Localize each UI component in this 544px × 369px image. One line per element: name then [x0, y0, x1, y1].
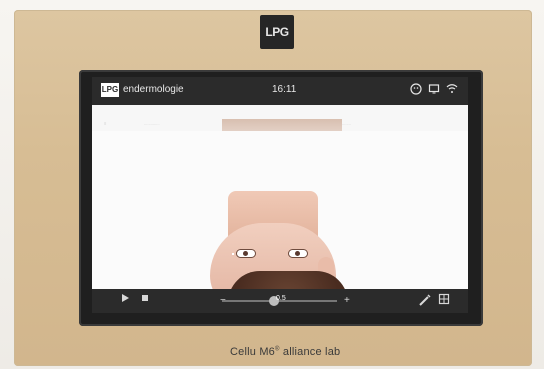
speed-readout: 0.5: [276, 295, 286, 302]
eye-left: [236, 249, 256, 258]
menu-icon[interactable]: ≡: [104, 121, 106, 126]
eye-right: [288, 249, 308, 258]
device-model-label: Cellu M6® alliance lab: [230, 346, 340, 358]
screen-icon[interactable]: [428, 83, 440, 98]
playback-controls: − 0.5 +: [92, 289, 468, 313]
video-area[interactable]: [92, 131, 468, 313]
stop-icon[interactable]: [140, 293, 150, 309]
device-model-tail: alliance lab: [279, 346, 341, 358]
play-icon[interactable]: [120, 293, 130, 309]
status-bar: LPG endermologie 16:11: [92, 77, 468, 105]
wifi-icon[interactable]: [446, 83, 458, 98]
wand-icon[interactable]: [418, 293, 432, 313]
app-title: endermologie: [123, 84, 184, 95]
touchscreen[interactable]: LPG endermologie 16:11 ≡ .............. …: [92, 77, 468, 313]
app-logo: LPG: [101, 83, 119, 97]
device-model-main: Cellu M6: [230, 346, 276, 358]
toolbar-text-right: ........: [342, 121, 351, 126]
clock: 16:11: [272, 84, 297, 95]
plus-button[interactable]: +: [344, 293, 350, 309]
status-icons: [410, 83, 458, 98]
reflection: [232, 253, 234, 255]
photo-background: LPG LPG endermologie 16:11 ≡ ...........…: [0, 0, 544, 369]
face-icon[interactable]: [410, 83, 422, 98]
grid-icon[interactable]: [438, 293, 450, 311]
device-logo: LPG: [260, 15, 294, 49]
toolbar-text: ..............: [144, 121, 160, 126]
